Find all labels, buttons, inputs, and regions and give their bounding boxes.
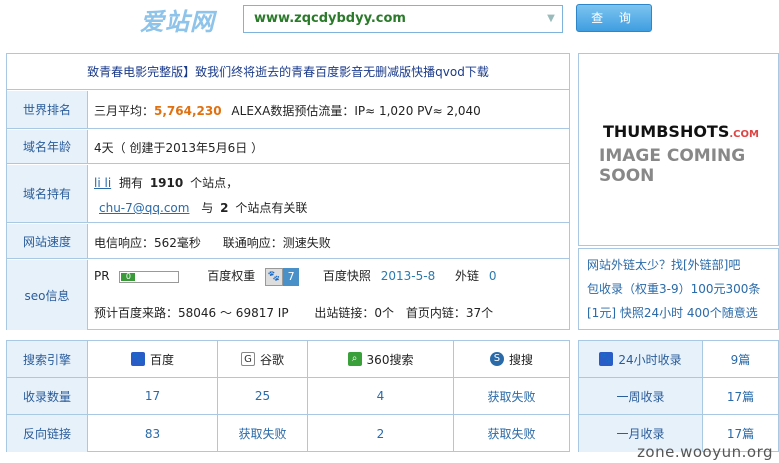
top-bar: 爱站网 www.zqcdybdyy.com ▼ 查 询 [0,0,779,40]
ad-links-box: 网站外链太少？找[外链部]吧 包收录（权重3-9）100元300条 [1元] 快… [578,248,779,330]
index-google[interactable]: 25 [218,378,308,414]
snapshot-value[interactable]: 2013-5-8 [381,269,435,283]
thumb-dotcom: .COM [729,129,759,140]
search-input[interactable]: www.zqcdybdyy.com ▼ [243,5,563,33]
rank-number: 5,764,230 [154,104,222,118]
engine-baidu[interactable]: 🐾 百度 [88,341,218,377]
speed-label: 网站速度 [7,224,88,258]
own-prefix: 拥有 [118,176,143,190]
pr-bar: 0 [119,270,180,283]
backlink-google[interactable]: 获取失败 [218,415,308,452]
seo-row: seo信息 PR 0 百度权重 🐾 7 百度快照 2013-5-8 外链 0 预计… [7,260,569,330]
search-value: www.zqcdybdyy.com [254,11,406,26]
rank-prefix: 三月平均： [94,104,155,118]
site-logo[interactable]: 爱站网 [140,2,215,37]
bd-weight-value[interactable]: 7 [283,267,300,286]
world-rank-label: 世界排名 [7,91,88,128]
home-links: 首页内链：37个 [405,306,494,320]
own-suffix: 个站点， [190,176,239,190]
period-count[interactable]: 17篇 [703,378,778,414]
table-header-row: 搜索引擎 🐾 百度 G 谷歌 ⌕ 360搜索 S 搜搜 [7,341,569,378]
row-header: 反向链接 [7,415,88,452]
speed-values: 电信响应：562毫秒 联通响应：测速失败 [94,234,331,251]
owner-email-link[interactable]: chu-7@qq.com [99,201,189,215]
engine-360[interactable]: ⌕ 360搜索 [308,341,454,377]
baidu-paw-icon: 🐾 [265,267,284,286]
out-links: 出站链接：0个 [314,306,395,320]
site-title-link[interactable]: 致青春电影完整版】致我们终将逝去的青春百度影音无删减版快播qvod下载 [7,54,569,90]
pr-label: PR [94,269,110,283]
thumbshots-brand: THUMBSHOTS.COM [603,122,759,141]
domain-owner-row: 域名持有 li li 拥有 1910 个站点， chu-7@qq.com 与 2… [7,165,569,223]
seo-label: seo信息 [7,260,88,330]
bd-weight-label: 百度权重 [207,269,256,283]
table-row: 🐾 24小时收录 9篇 [579,341,778,378]
baidu-forecast: 预计百度来路：58046 ～ 69817 IP [94,306,289,320]
ad-link[interactable]: 包收录（权重3-9）100元300条 [587,277,770,301]
unicom-speed: 联通响应：测速失败 [222,236,331,250]
rel-count: 2 [220,201,229,215]
engine-label: 百度 [149,352,174,367]
period-label: 一周收录 [579,378,703,414]
engine-google[interactable]: G 谷歌 [218,341,308,377]
index-time-table: 🐾 24小时收录 9篇 一周收录 17篇 一月收录 17篇 [578,340,779,452]
period-count[interactable]: 9篇 [703,341,778,377]
domain-age-value: 4天（ 创建于2013年5月6日 ） [94,141,264,155]
outlink-value[interactable]: 0 [489,269,497,283]
engine-soso[interactable]: S 搜搜 [454,341,569,377]
own-count: 1910 [149,176,184,190]
index-baidu[interactable]: 17 [88,378,218,414]
alexa-estimate: ALEXA数据预估流量：IP≈ 1,020 PV≈ 2,040 [231,104,481,118]
seo-line-1: PR 0 百度权重 🐾 7 百度快照 2013-5-8 外链 0 [94,267,497,286]
speed-row: 网站速度 电信响应：562毫秒 联通响应：测速失败 [7,224,569,259]
rel-prefix: 与 [201,201,214,215]
table-row: 一周收录 17篇 [579,378,778,415]
rel-suffix: 个站点有关联 [235,201,308,215]
period-label: 24小时收录 [618,352,682,367]
watermark: zone.wooyun.org [637,443,773,461]
owner-line: li li 拥有 1910 个站点， [94,174,238,191]
site-thumbnail: THUMBSHOTS.COM IMAGE COMING SOON [578,53,779,246]
world-rank-value: 三月平均：5,764,230 ALEXA数据预估流量：IP≈ 1,020 PV≈… [94,102,481,119]
backlink-soso[interactable]: 获取失败 [454,415,569,452]
google-icon: G [240,352,255,366]
snapshot-label: 百度快照 [322,269,371,283]
image-coming-soon: IMAGE COMING SOON [599,146,746,186]
index-360[interactable]: 4 [308,378,454,414]
domain-age-label: 域名年龄 [7,130,88,163]
search-engine-table: 搜索引擎 🐾 百度 G 谷歌 ⌕ 360搜索 S 搜搜 收录数量 17 25 4 获取失… [6,340,570,452]
baidu-paw-icon: 🐾 [599,352,614,366]
baidu-paw-icon: 🐾 [130,352,145,366]
dropdown-caret-icon[interactable]: ▼ [540,6,562,32]
row-header: 🐾 24小时收录 [579,341,703,377]
site-info-panel: 致青春电影完整版】致我们终将逝去的青春百度影音无删减版快播qvod下载 世界排名… [6,53,570,330]
engine-label: 谷歌 [259,352,284,367]
360-search-icon: ⌕ [347,352,362,366]
row-header: 收录数量 [7,378,88,414]
outlink-label: 外链 [455,269,480,283]
soso-icon: S [489,352,504,366]
backlink-360[interactable]: 2 [308,415,454,452]
index-soso[interactable]: 获取失败 [454,378,569,414]
domain-age-row: 域名年龄 4天（ 创建于2013年5月6日 ） [7,130,569,164]
ad-link[interactable]: [1元] 快照24小时 400个随意选 [587,301,770,325]
world-rank-row: 世界排名 三月平均：5,764,230 ALEXA数据预估流量：IP≈ 1,02… [7,91,569,129]
engine-label: 搜搜 [508,352,533,367]
column-header: 搜索引擎 [7,341,88,377]
pr-value: 0 [121,272,136,281]
telecom-speed: 电信响应：562毫秒 [94,236,201,250]
email-line: chu-7@qq.com 与 2 个站点有关联 [99,199,307,216]
ad-link[interactable]: 网站外链太少？找[外链部]吧 [587,253,770,277]
table-row: 反向链接 83 获取失败 2 获取失败 [7,415,569,452]
thumb-brand-text: THUMBSHOTS [603,122,730,141]
domain-owner-label: 域名持有 [7,165,88,222]
owner-link[interactable]: li li [94,176,111,190]
query-button[interactable]: 查 询 [576,4,652,32]
backlink-baidu[interactable]: 83 [88,415,218,452]
engine-label: 360搜索 [366,352,414,367]
table-row: 收录数量 17 25 4 获取失败 [7,378,569,415]
seo-line-2: 预计百度来路：58046 ～ 69817 IP 出站链接：0个 首页内链：37个 [94,304,493,321]
